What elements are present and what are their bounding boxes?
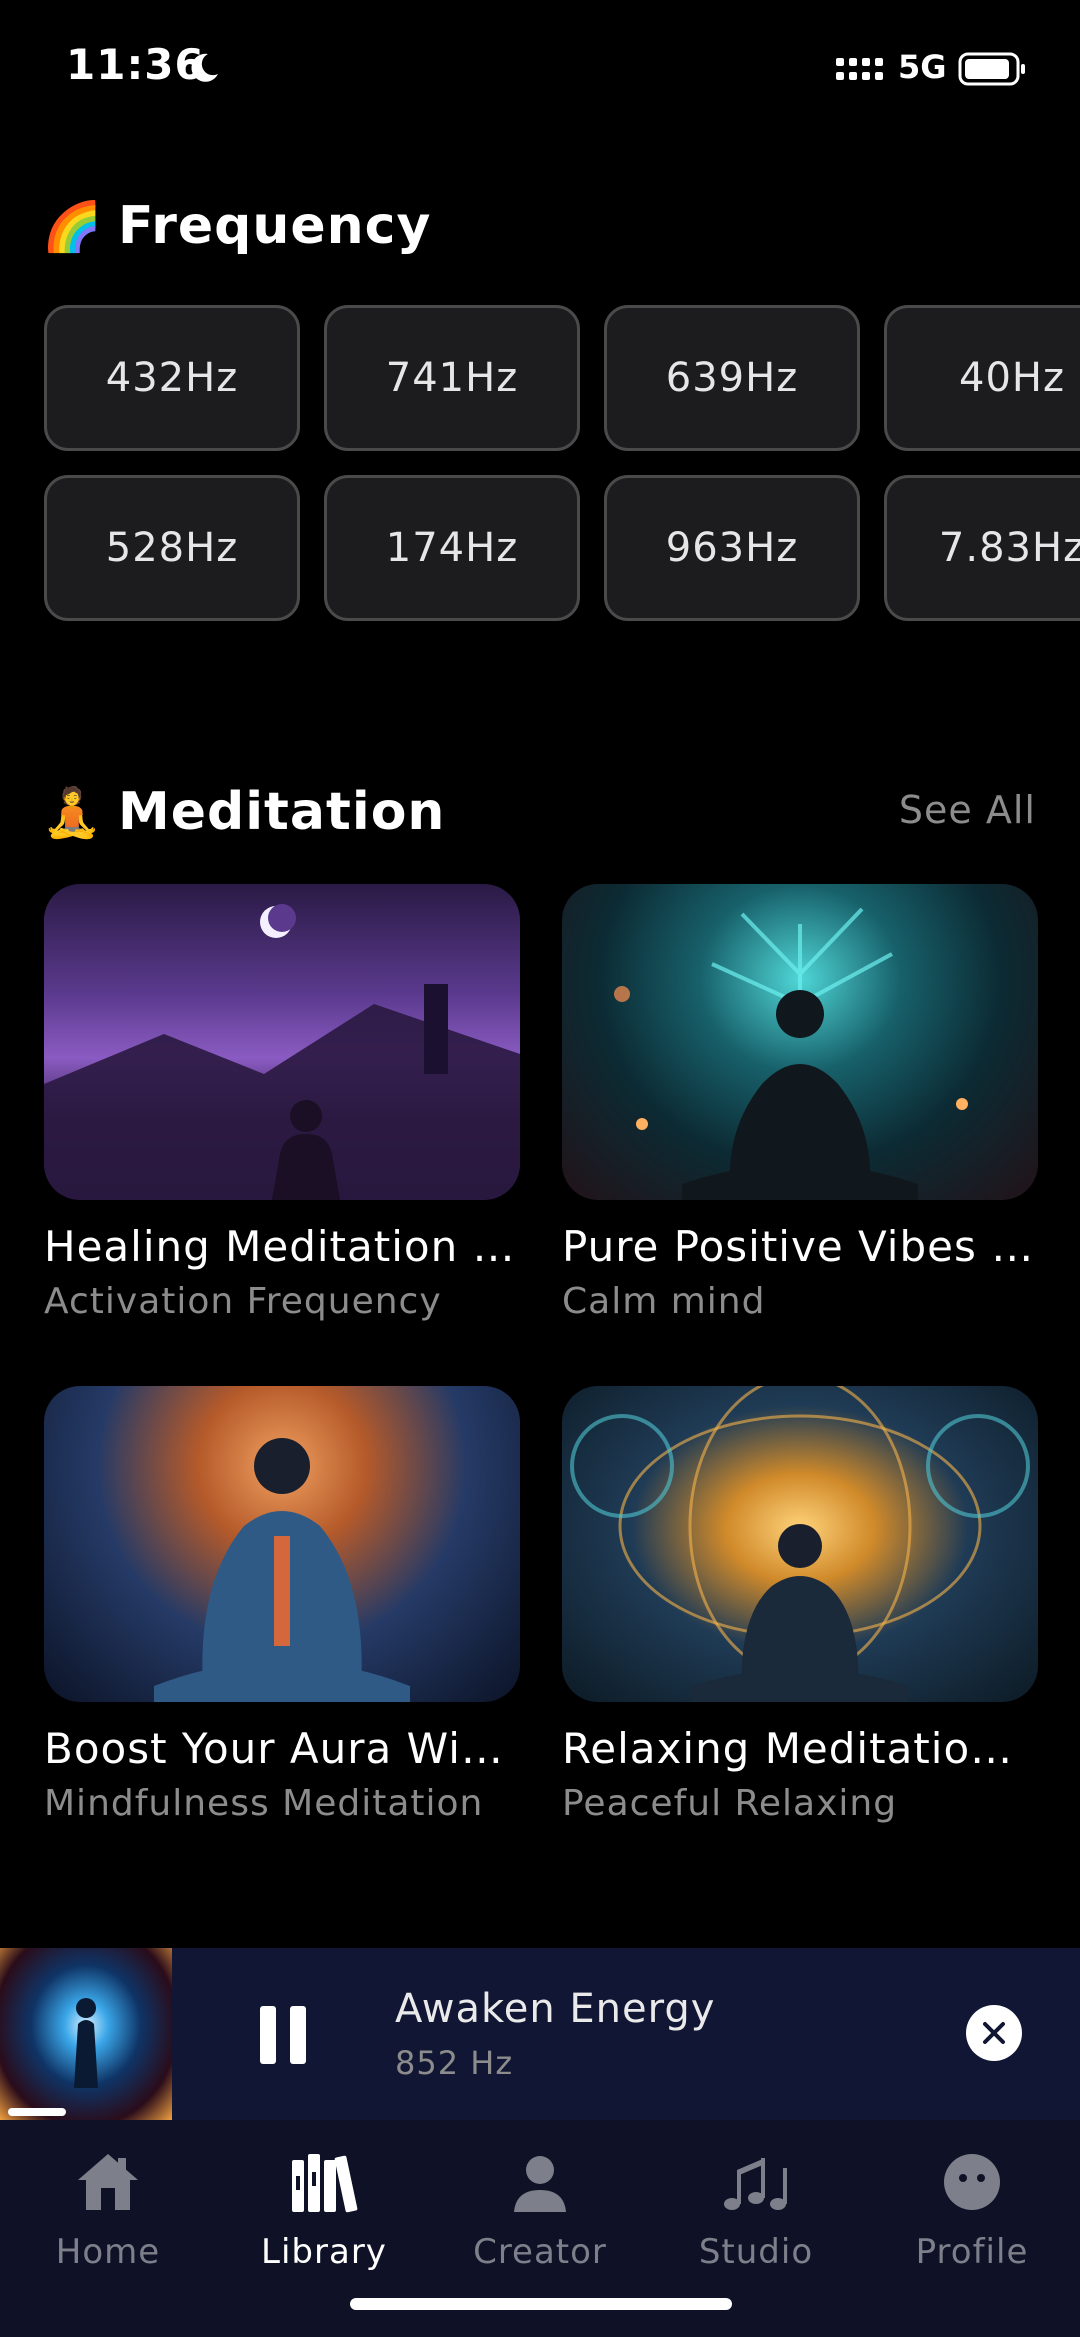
- tab-label: Creator: [473, 2232, 607, 2272]
- frequency-title: Frequency: [118, 196, 432, 256]
- card-artwork: [44, 904, 520, 1200]
- card-artwork: [614, 907, 968, 1200]
- frequency-chip[interactable]: 40Hz: [884, 305, 1080, 451]
- library-icon: [292, 2154, 358, 2213]
- frequency-chip[interactable]: 432Hz: [44, 305, 300, 451]
- card-subtitle: Activation Frequency: [44, 1281, 442, 1322]
- frequency-header: 🌈 Frequency: [42, 196, 432, 256]
- player-subtitle: 852 Hz: [395, 2044, 514, 2082]
- meditation-card[interactable]: Relaxing Meditation ... Peaceful Relaxin…: [562, 1386, 1038, 1824]
- player-progress: [8, 2108, 66, 2116]
- pause-bar: [290, 2006, 306, 2064]
- tab-home[interactable]: Home: [0, 2146, 216, 2272]
- mini-player[interactable]: Awaken Energy 852 Hz: [0, 1948, 1080, 2120]
- card-artwork: [570, 1386, 1030, 1702]
- frequency-chip[interactable]: 174Hz: [324, 475, 580, 621]
- meditation-header: 🧘 Meditation: [42, 782, 446, 842]
- home-icon: [78, 2154, 138, 2210]
- card-artwork: [154, 1438, 410, 1702]
- battery-icon: [958, 52, 1025, 86]
- card-image: [44, 884, 520, 1200]
- frequency-grid: 432Hz 741Hz 639Hz 40Hz 528Hz 174Hz 963Hz…: [44, 305, 1080, 625]
- pause-button[interactable]: [260, 2006, 306, 2064]
- signal-icon: [836, 58, 883, 80]
- card-title: Pure Positive Vibes t...: [562, 1222, 1038, 1271]
- moon-icon: [191, 53, 218, 82]
- artwork-figure: [74, 1998, 98, 2088]
- card-image: [44, 1386, 520, 1702]
- player-artwork: [0, 1948, 172, 2120]
- face-icon: [944, 2154, 1000, 2210]
- card-subtitle: Mindfulness Meditation: [44, 1783, 484, 1824]
- home-indicator: [350, 2298, 732, 2310]
- card-title: Boost Your Aura Wit...: [44, 1724, 520, 1773]
- network-label: 5G: [898, 48, 947, 86]
- meditation-icon: 🧘: [42, 784, 102, 841]
- meditation-title: Meditation: [118, 782, 446, 842]
- rainbow-icon: 🌈: [42, 198, 102, 255]
- tab-library[interactable]: Library: [216, 2146, 432, 2272]
- status-time: 11:36: [66, 40, 205, 89]
- meditation-card[interactable]: Healing Meditation f... Activation Frequ…: [44, 884, 520, 1322]
- card-title: Healing Meditation f...: [44, 1222, 520, 1271]
- frequency-chip[interactable]: 7.83Hz: [884, 475, 1080, 621]
- tab-label: Profile: [915, 2232, 1029, 2272]
- card-title: Relaxing Meditation ...: [562, 1724, 1038, 1773]
- tab-label: Home: [55, 2232, 161, 2272]
- card-subtitle: Calm mind: [562, 1281, 766, 1322]
- tab-label: Studio: [698, 2232, 814, 2272]
- status-bar: 11:36 5G: [0, 0, 1080, 140]
- see-all-link[interactable]: See All: [899, 788, 1036, 832]
- player-title: Awaken Energy: [395, 1986, 716, 2032]
- frequency-chip[interactable]: 528Hz: [44, 475, 300, 621]
- meditation-card[interactable]: Pure Positive Vibes t... Calm mind: [562, 884, 1038, 1322]
- card-subtitle: Peaceful Relaxing: [562, 1783, 898, 1824]
- tab-creator[interactable]: Creator: [432, 2146, 648, 2272]
- tab-studio[interactable]: Studio: [648, 2146, 864, 2272]
- close-icon: [983, 2022, 1005, 2044]
- music-notes-icon: [724, 2158, 787, 2210]
- tab-label: Library: [261, 2232, 387, 2272]
- card-image: [562, 1386, 1038, 1702]
- frequency-chip[interactable]: 639Hz: [604, 305, 860, 451]
- person-icon: [514, 2156, 566, 2212]
- meditation-card[interactable]: Boost Your Aura Wit... Mindfulness Medit…: [44, 1386, 520, 1824]
- card-image: [562, 884, 1038, 1200]
- frequency-chip[interactable]: 963Hz: [604, 475, 860, 621]
- frequency-chip[interactable]: 741Hz: [324, 305, 580, 451]
- close-player-button[interactable]: [966, 2005, 1022, 2061]
- tab-profile[interactable]: Profile: [864, 2146, 1080, 2272]
- pause-bar: [260, 2006, 276, 2064]
